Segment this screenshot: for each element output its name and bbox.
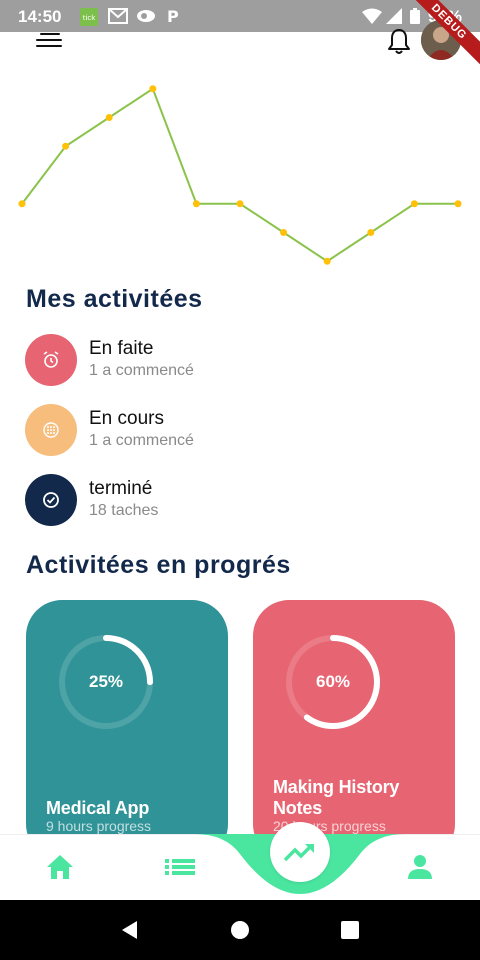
android-nav-bar bbox=[0, 900, 480, 960]
activity-item-en-cours[interactable]: En cours 1 a commencé bbox=[25, 404, 425, 456]
chart-point bbox=[323, 257, 331, 265]
chart-point bbox=[410, 200, 418, 208]
nav-home[interactable] bbox=[43, 850, 77, 884]
menu-icon[interactable] bbox=[36, 30, 66, 50]
wifi-icon bbox=[362, 8, 382, 24]
nav-profile[interactable] bbox=[403, 850, 437, 884]
home-circle-icon[interactable] bbox=[228, 918, 252, 942]
activity-name: En faite bbox=[89, 338, 154, 359]
chart-line bbox=[21, 87, 458, 263]
activity-icon-circle bbox=[25, 474, 77, 526]
chart-point bbox=[280, 229, 288, 236]
chart-point bbox=[149, 85, 157, 93]
gmail-icon bbox=[108, 8, 128, 24]
signal-icon bbox=[386, 8, 404, 24]
activity-line-chart bbox=[18, 85, 462, 265]
svg-text:tick: tick bbox=[83, 14, 97, 22]
status-time: 14:50 bbox=[18, 7, 62, 26]
activity-name: terminé bbox=[89, 478, 153, 499]
card-title: Medical App bbox=[46, 798, 150, 818]
alarm-icon bbox=[43, 351, 59, 368]
p-icon: P bbox=[165, 7, 183, 26]
home-icon bbox=[47, 855, 73, 879]
chart-point bbox=[367, 229, 375, 236]
activity-sub: 1 a commencé bbox=[89, 362, 194, 379]
nav-list[interactable] bbox=[163, 850, 197, 884]
progress-card-medical-app[interactable]: 25% Medical App 9 hours progress bbox=[26, 600, 228, 860]
back-icon[interactable] bbox=[118, 918, 142, 942]
activities-title: Mes activitées bbox=[26, 285, 203, 313]
card-title: Making History Notes bbox=[273, 777, 400, 818]
progress-percent: 60% bbox=[315, 672, 351, 691]
progress-percent: 25% bbox=[88, 672, 124, 691]
app-notification-icon: tick bbox=[80, 8, 98, 26]
blur-icon bbox=[43, 422, 59, 438]
chart-point bbox=[18, 200, 26, 208]
chart-point bbox=[62, 142, 70, 150]
chart-point bbox=[192, 200, 200, 208]
list-icon bbox=[165, 859, 195, 875]
svg-text:P: P bbox=[167, 8, 179, 24]
chart-point bbox=[454, 200, 462, 208]
chart-point bbox=[236, 200, 244, 208]
activity-name: En cours bbox=[89, 408, 164, 429]
progress-title: Activitées en progrés bbox=[26, 551, 291, 579]
activity-sub: 1 a commencé bbox=[89, 432, 194, 449]
trending-up-icon bbox=[283, 843, 314, 862]
cast-icon bbox=[136, 8, 155, 24]
trending-fab[interactable] bbox=[270, 822, 330, 882]
person-icon bbox=[408, 855, 432, 879]
progress-card-history-notes[interactable]: 60% Making History Notes 20 hours progre… bbox=[253, 600, 455, 860]
chart-point bbox=[105, 114, 113, 121]
activity-icon-circle bbox=[25, 334, 77, 386]
card-sub: 9 hours progress bbox=[46, 818, 152, 834]
activity-sub: 18 taches bbox=[89, 502, 159, 519]
activity-item-termine[interactable]: terminé 18 taches bbox=[25, 474, 425, 526]
recents-icon[interactable] bbox=[338, 918, 362, 942]
notification-bell-icon[interactable] bbox=[386, 27, 412, 55]
check-circle-icon bbox=[43, 492, 59, 508]
activity-item-en-faite[interactable]: En faite 1 a commencé bbox=[25, 334, 425, 386]
activity-icon-circle bbox=[25, 404, 77, 456]
